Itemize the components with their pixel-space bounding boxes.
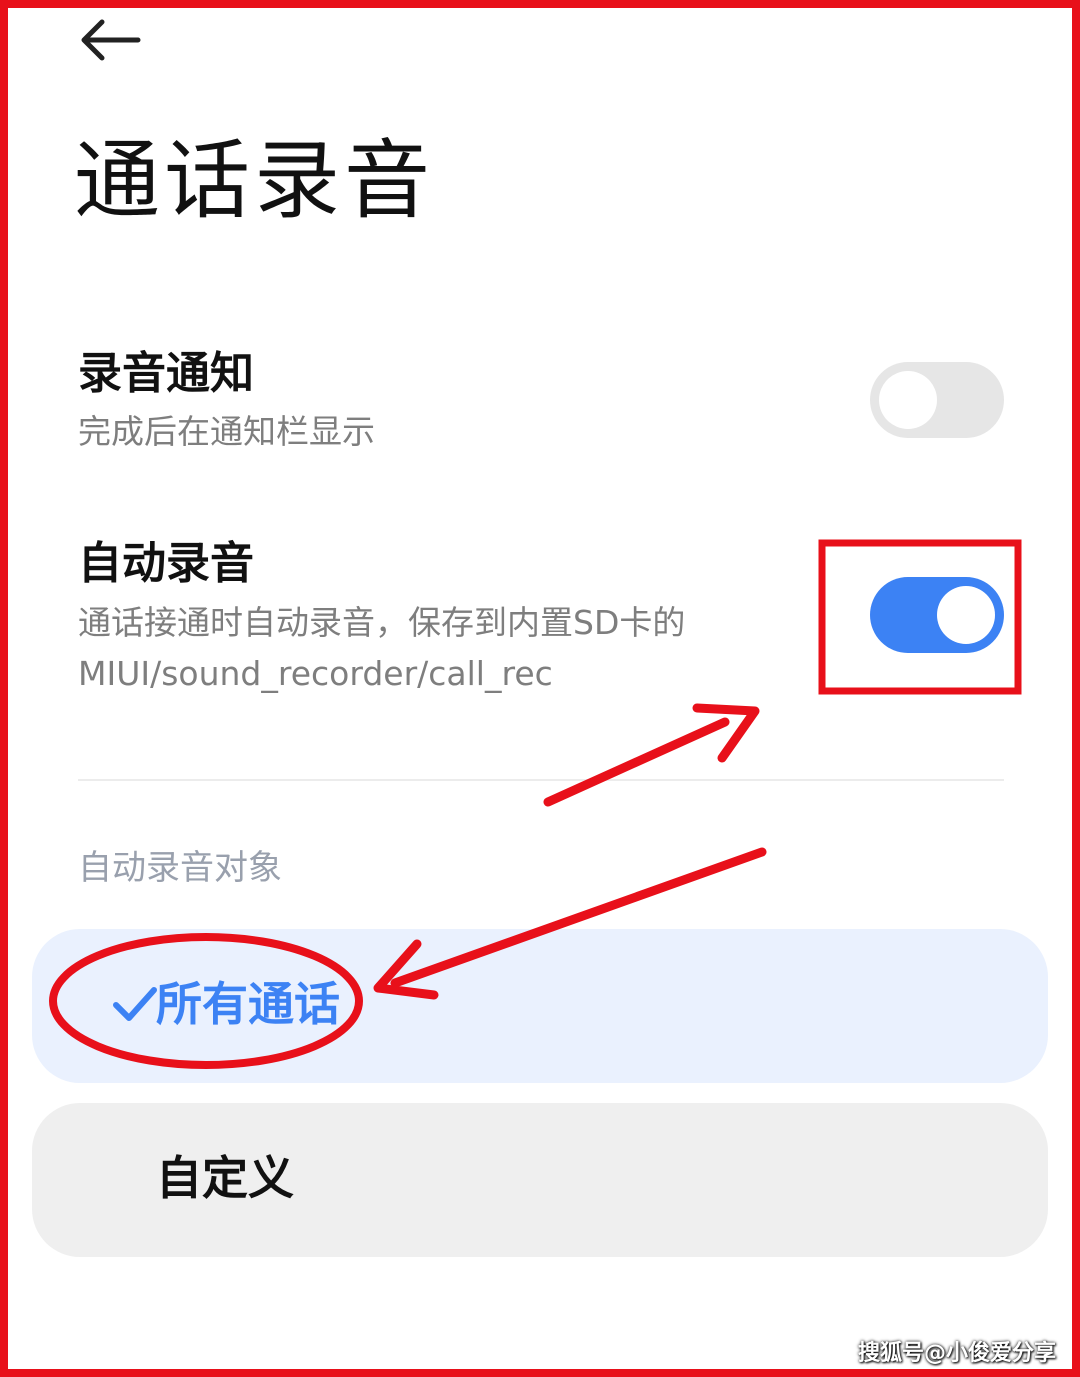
arrow-left-icon <box>81 19 141 61</box>
checkmark-icon <box>113 987 157 1021</box>
page-title: 通话录音 <box>74 131 434 231</box>
recording-notification-toggle[interactable] <box>870 362 1004 438</box>
recording-notification-subtitle: 完成后在通知栏显示 <box>78 412 375 451</box>
auto-record-subtitle-line2: MIUI/sound_recorder/call_rec <box>78 654 553 693</box>
toggle-knob <box>879 371 937 429</box>
section-label: 自动录音对象 <box>78 848 282 888</box>
back-button[interactable] <box>70 10 150 70</box>
auto-record-title: 自动录音 <box>78 538 254 589</box>
option-all-calls[interactable]: 所有通话 <box>32 929 1048 1083</box>
option-label: 自定义 <box>156 1151 294 1205</box>
divider <box>78 779 1004 781</box>
option-label: 所有通话 <box>156 977 340 1031</box>
watermark: 搜狐号@小俊爱分享 <box>857 1341 1056 1366</box>
auto-record-subtitle-line1: 通话接通时自动录音，保存到内置SD卡的 <box>78 603 686 642</box>
option-custom[interactable]: 自定义 <box>32 1103 1048 1257</box>
auto-record-toggle[interactable] <box>870 577 1004 653</box>
annotation-arrowhead-up <box>692 703 760 763</box>
recording-notification-title: 录音通知 <box>78 348 254 399</box>
annotation-arrow-up <box>543 717 730 807</box>
toggle-knob <box>937 586 995 644</box>
